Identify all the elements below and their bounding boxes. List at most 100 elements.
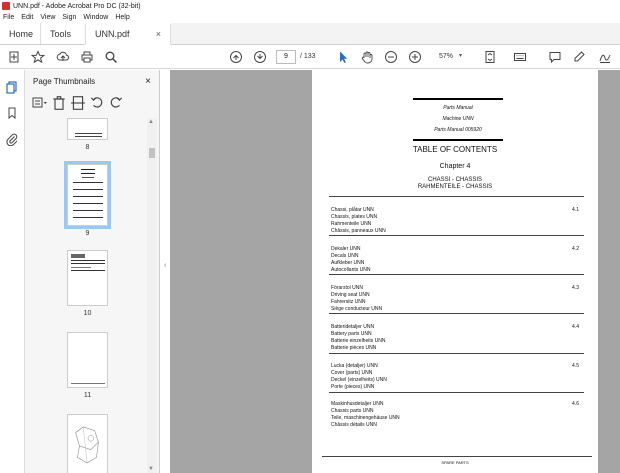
toc-line: Deckel (einzelheits) UNN [331,377,387,383]
tab-document-label: UNN.pdf [95,28,130,39]
footer-rule [322,456,592,457]
toc-line: Chassis, plates UNN [331,214,378,220]
select-cursor-icon[interactable] [335,49,351,65]
thumbnail-label-10: 10 [83,310,92,317]
close-panel-icon[interactable]: × [145,76,151,87]
scroll-down-icon[interactable]: ▼ [148,466,154,472]
tab-document[interactable]: UNN.pdf × [85,24,171,45]
thumbnails-scrollbar[interactable]: ▲ ▼ [147,118,157,473]
chapter-heading: Chapter 4 [439,163,471,170]
chapter-subtitle: CHASSI - CHASSIS [427,177,482,183]
toc-line: Dekaler UNN [331,246,361,252]
toc-entry[interactable]: Maskinhusdetaljer UNN Chassis parts UNN … [331,401,586,429]
thumbnail-label-11: 11 [83,392,92,399]
upload-cloud-icon[interactable] [55,49,71,65]
previous-page-icon[interactable] [228,49,244,65]
comment-icon[interactable] [547,49,563,65]
toc-page-number: 4.4 [572,324,579,330]
keyboard-icon[interactable] [512,49,528,65]
scroll-up-icon[interactable]: ▲ [148,119,154,125]
page-header-box: Parts Manual Machine UNN Parts Manual 00… [413,98,503,141]
zoom-level[interactable]: 57% [439,53,453,60]
pdf-page: Parts Manual Machine UNN Parts Manual 00… [312,70,598,473]
toc-entry[interactable]: Förarstol UNN Driving seat UNN Fahrersit… [331,285,586,313]
toc-line: Autocollants UNN [331,267,371,273]
bookmarks-icon[interactable] [5,106,19,120]
draw-sign-icon[interactable] [597,49,613,65]
attachments-icon[interactable] [5,132,19,147]
zoom-out-icon[interactable] [383,49,399,65]
menu-file[interactable]: File [3,14,14,21]
tab-home[interactable]: Home [0,23,40,44]
toc-title: TABLE OF CONTENTS [412,145,498,154]
divider [329,274,584,275]
zoom-in-icon[interactable] [407,49,423,65]
toc-page-number: 4.1 [572,207,579,213]
toc-line: Châssis détails UNN [331,422,377,428]
thumbnail-page-10[interactable] [67,250,108,306]
toc-page-number: 4.2 [572,246,579,252]
header-line: Machine UNN [442,116,474,122]
tab-tools[interactable]: Tools [40,23,85,44]
thumbnails-toolbar [25,92,159,114]
close-tab-icon[interactable]: × [156,29,161,39]
scrollbar-thumb[interactable] [149,148,155,158]
toc-line: Maskinhusdetaljer UNN [331,401,384,407]
bookmark-star-icon[interactable] [30,49,46,65]
menu-view[interactable]: View [40,14,55,21]
chapter-subtitle: RAHMENTEILE - CHASSIS [417,184,493,190]
toc-line: Cover (parts) UNN [331,370,373,376]
next-page-icon[interactable] [252,49,268,65]
thumbnails-header: Page Thumbnails × [25,70,159,92]
toc-line: Teile, maschinengehäuse UNN [331,415,400,421]
header-line: Parts Manual 005920 [434,127,482,133]
zoom-dropdown-icon[interactable]: ▾ [459,52,462,59]
toc-entry[interactable]: Chassi, plåtar UNN Chassis, plates UNN R… [331,207,586,235]
toc-line: Rahmenteile UNN [331,221,372,227]
toc-line: Batterie pièces UNN [331,345,377,351]
delete-page-icon[interactable] [51,96,67,110]
toc-line: Chassis parts UNN [331,408,374,414]
divider [329,196,584,197]
thumbnail-page-12[interactable] [67,414,108,473]
options-menu-icon[interactable] [32,96,48,110]
window-title: UNN.pdf - Adobe Acrobat Pro DC (32-bit) [13,2,141,10]
toc-line: Fahrersitz UNN [331,299,366,305]
thumbnail-page-8[interactable] [67,118,108,140]
menu-help[interactable]: Help [115,14,129,21]
thumbnails-list: 8 9 10 11 [25,118,147,473]
page-number-input[interactable]: 9 [276,50,296,64]
tab-bar-spacer [171,23,620,44]
page-fit-icon[interactable] [482,49,498,65]
toc-entry[interactable]: Lucka (detaljer) UNN Cover (parts) UNN D… [331,363,586,391]
search-icon[interactable] [103,49,119,65]
page-footer: SPARE PARTS [441,460,469,465]
toc-line: Decals UNN [331,253,359,259]
highlight-pen-icon[interactable] [571,49,587,65]
hand-tool-icon[interactable] [359,49,375,65]
toc-line: Aufkleber UNN [331,260,365,266]
rotate-counterclockwise-icon[interactable] [89,96,105,110]
menu-window[interactable]: Window [83,14,108,21]
page-total: / 133 [300,53,316,60]
thumbnail-page-9[interactable] [64,161,111,229]
page-thumbnails-icon[interactable] [5,80,19,94]
toc-entry[interactable]: Batteridetaljer UNN Battery parts UNN Ba… [331,324,586,352]
thumbnail-page-11[interactable] [67,332,108,388]
toc-entry[interactable]: Dekaler UNN Decals UNN Aufkleber UNN Aut… [331,246,586,274]
acrobat-icon [2,2,10,10]
toc-line: Batteridetaljer UNN [331,324,375,330]
divider [329,392,584,393]
insert-page-icon[interactable] [70,96,86,110]
rotate-clockwise-icon[interactable] [108,96,124,110]
divider [329,235,584,236]
create-pdf-icon[interactable] [6,49,22,65]
menu-sign[interactable]: Sign [62,14,76,21]
print-icon[interactable] [79,49,95,65]
title-bar: UNN.pdf - Adobe Acrobat Pro DC (32-bit) [0,0,620,12]
document-view: Parts Manual Machine UNN Parts Manual 00… [170,70,620,473]
tab-bar: Home Tools UNN.pdf × [0,23,620,45]
toc-line: Battery parts UNN [331,331,372,337]
menu-edit[interactable]: Edit [21,14,33,21]
divider [329,353,584,354]
